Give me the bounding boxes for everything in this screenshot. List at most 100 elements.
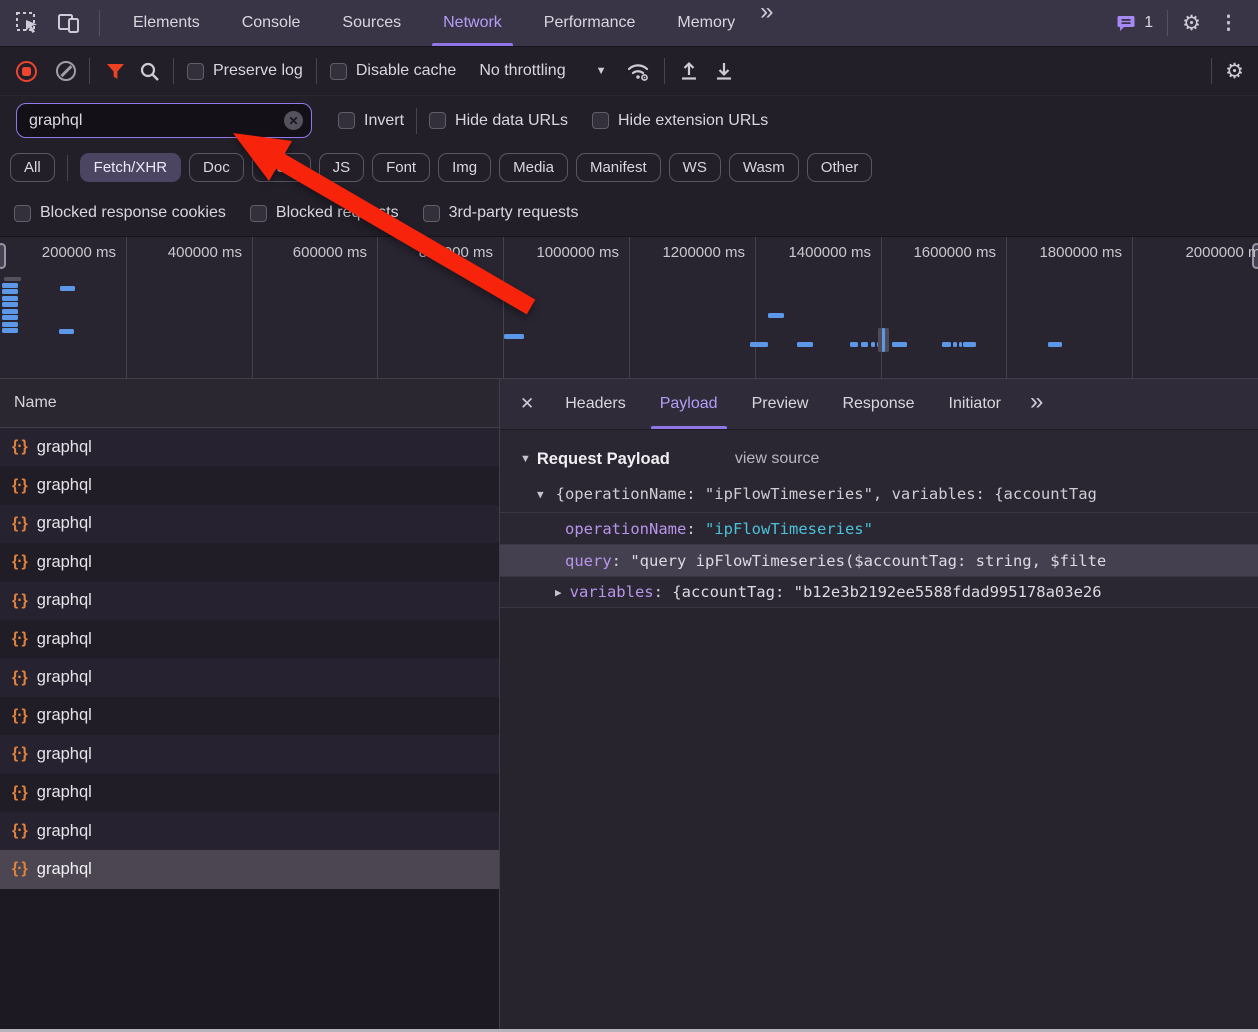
- request-row[interactable]: graphql: [0, 658, 499, 697]
- tab-elements[interactable]: Elements: [112, 0, 221, 46]
- throttling-select[interactable]: No throttling ▼: [479, 62, 606, 80]
- request-row[interactable]: graphql: [0, 543, 499, 582]
- overview-request-bar[interactable]: [2, 322, 18, 327]
- request-row[interactable]: graphql: [0, 581, 499, 620]
- overview-request-bar[interactable]: [504, 334, 524, 339]
- tab-performance[interactable]: Performance: [523, 0, 657, 46]
- preserve-log-checkbox[interactable]: Preserve log: [187, 62, 303, 80]
- tab-response[interactable]: Response: [825, 379, 931, 429]
- request-row[interactable]: graphql: [0, 811, 499, 851]
- overview-request-bar[interactable]: [750, 342, 768, 347]
- blocked-requests-checkbox[interactable]: Blocked requests: [249, 204, 399, 222]
- overview-request-bar[interactable]: [861, 342, 868, 347]
- expand-triangle-icon[interactable]: [555, 586, 562, 599]
- overview-request-bar[interactable]: [2, 315, 18, 320]
- invert-checkbox[interactable]: Invert: [338, 112, 404, 130]
- collapse-triangle-icon[interactable]: [520, 453, 531, 465]
- overview-request-bar[interactable]: [797, 342, 813, 347]
- overview-request-bar[interactable]: [2, 309, 18, 314]
- more-tabs-icon[interactable]: »: [756, 0, 777, 46]
- overview-request-bar[interactable]: [892, 342, 907, 347]
- name-column-header[interactable]: Name: [0, 379, 499, 428]
- settings-gear-icon[interactable]: ⚙: [1182, 13, 1201, 34]
- overview-request-bar[interactable]: [59, 329, 74, 334]
- overview-request-bar[interactable]: [963, 342, 976, 347]
- chip-other[interactable]: Other: [806, 153, 873, 182]
- chip-all[interactable]: All: [10, 153, 55, 182]
- disable-cache-checkbox[interactable]: Disable cache: [329, 62, 456, 80]
- chip-js[interactable]: JS: [318, 153, 365, 182]
- payload-row[interactable]: variables{accountTag: "b12e3b2192ee5588f…: [500, 576, 1258, 608]
- overview-request-bar[interactable]: [871, 342, 875, 347]
- tab-initiator[interactable]: Initiator: [932, 379, 1018, 429]
- chip-img[interactable]: Img: [438, 153, 492, 182]
- filter-input[interactable]: [29, 111, 284, 130]
- request-row[interactable]: graphql: [0, 773, 499, 812]
- request-row[interactable]: graphql: [0, 504, 499, 544]
- overview-request-bar[interactable]: [953, 342, 957, 347]
- request-row[interactable]: graphql: [0, 466, 499, 505]
- more-detail-tabs-icon[interactable]: »: [1026, 390, 1047, 418]
- chip-css[interactable]: CSS: [251, 153, 311, 182]
- record-network-log-button[interactable]: [16, 60, 37, 82]
- tab-payload[interactable]: Payload: [643, 379, 735, 429]
- view-source-link[interactable]: view source: [735, 450, 819, 468]
- chip-wasm[interactable]: Wasm: [728, 153, 799, 182]
- request-row[interactable]: graphql: [0, 735, 499, 774]
- hide-extension-urls-checkbox[interactable]: Hide extension URLs: [591, 112, 768, 130]
- overview-graph[interactable]: 200000 ms 400000 ms 600000 ms 800000 ms 1000…: [0, 237, 1258, 379]
- tab-sources[interactable]: Sources: [321, 0, 422, 46]
- request-name: graphql: [36, 744, 92, 763]
- payload-row[interactable]: operationName"ipFlowTimeseries": [500, 512, 1258, 544]
- overview-request-bar[interactable]: [2, 302, 18, 307]
- tab-headers[interactable]: Headers: [548, 379, 642, 429]
- device-toolbar-icon[interactable]: [56, 11, 81, 35]
- kebab-menu-icon[interactable]: ⋮: [1215, 12, 1242, 35]
- tab-preview[interactable]: Preview: [735, 379, 826, 429]
- hide-data-urls-checkbox[interactable]: Hide data URLs: [429, 112, 568, 130]
- chip-manifest[interactable]: Manifest: [575, 153, 661, 182]
- overview-request-bar[interactable]: [4, 277, 21, 281]
- overview-time-label: 1400000 ms: [788, 244, 871, 261]
- filter-icon[interactable]: [105, 62, 126, 81]
- chip-doc[interactable]: Doc: [189, 153, 244, 182]
- network-conditions-icon[interactable]: [625, 60, 651, 82]
- overview-request-bar[interactable]: [882, 328, 885, 352]
- import-har-icon[interactable]: [678, 60, 700, 82]
- export-har-icon[interactable]: [713, 60, 735, 82]
- request-row[interactable]: graphql: [0, 696, 499, 736]
- blocked-response-cookies-checkbox[interactable]: Blocked response cookies: [14, 204, 226, 222]
- overview-request-bar[interactable]: [2, 289, 18, 294]
- overview-request-bar[interactable]: [942, 342, 951, 347]
- request-row[interactable]: graphql: [0, 619, 499, 659]
- clear-filter-icon[interactable]: ✕: [284, 111, 303, 130]
- collapse-triangle-icon[interactable]: [537, 488, 544, 501]
- tab-console[interactable]: Console: [221, 0, 322, 46]
- overview-request-bar[interactable]: [2, 296, 18, 301]
- overview-request-bar[interactable]: [768, 313, 784, 318]
- clear-network-log-button[interactable]: [56, 61, 76, 81]
- overview-request-bar[interactable]: [60, 286, 75, 291]
- issues-counter[interactable]: 1: [1117, 14, 1153, 32]
- chip-ws[interactable]: WS: [668, 153, 721, 182]
- overview-request-bar[interactable]: [1048, 342, 1062, 347]
- network-settings-gear-icon[interactable]: ⚙: [1225, 61, 1244, 82]
- request-name: graphql: [36, 476, 92, 495]
- chip-fetch-xhr[interactable]: Fetch/XHR: [79, 153, 182, 182]
- close-icon[interactable]: ✕: [520, 394, 534, 414]
- chip-media[interactable]: Media: [499, 153, 568, 182]
- chip-font[interactable]: Font: [372, 153, 431, 182]
- overview-request-bar[interactable]: [850, 342, 858, 347]
- third-party-requests-checkbox[interactable]: 3rd-party requests: [422, 204, 578, 222]
- overview-request-bar[interactable]: [959, 342, 962, 347]
- request-row[interactable]: graphql: [0, 428, 499, 467]
- payload-row-highlighted[interactable]: query"query ipFlowTimeseries($accountTag…: [500, 544, 1258, 576]
- overview-request-bar[interactable]: [2, 283, 18, 288]
- tab-network[interactable]: Network: [422, 0, 523, 46]
- overview-request-bar[interactable]: [2, 328, 18, 333]
- fetch-xhr-icon: [12, 515, 27, 533]
- request-row-selected[interactable]: graphql: [0, 850, 499, 889]
- search-icon[interactable]: [139, 61, 160, 82]
- inspect-element-icon[interactable]: [14, 10, 40, 36]
- tab-memory[interactable]: Memory: [656, 0, 756, 46]
